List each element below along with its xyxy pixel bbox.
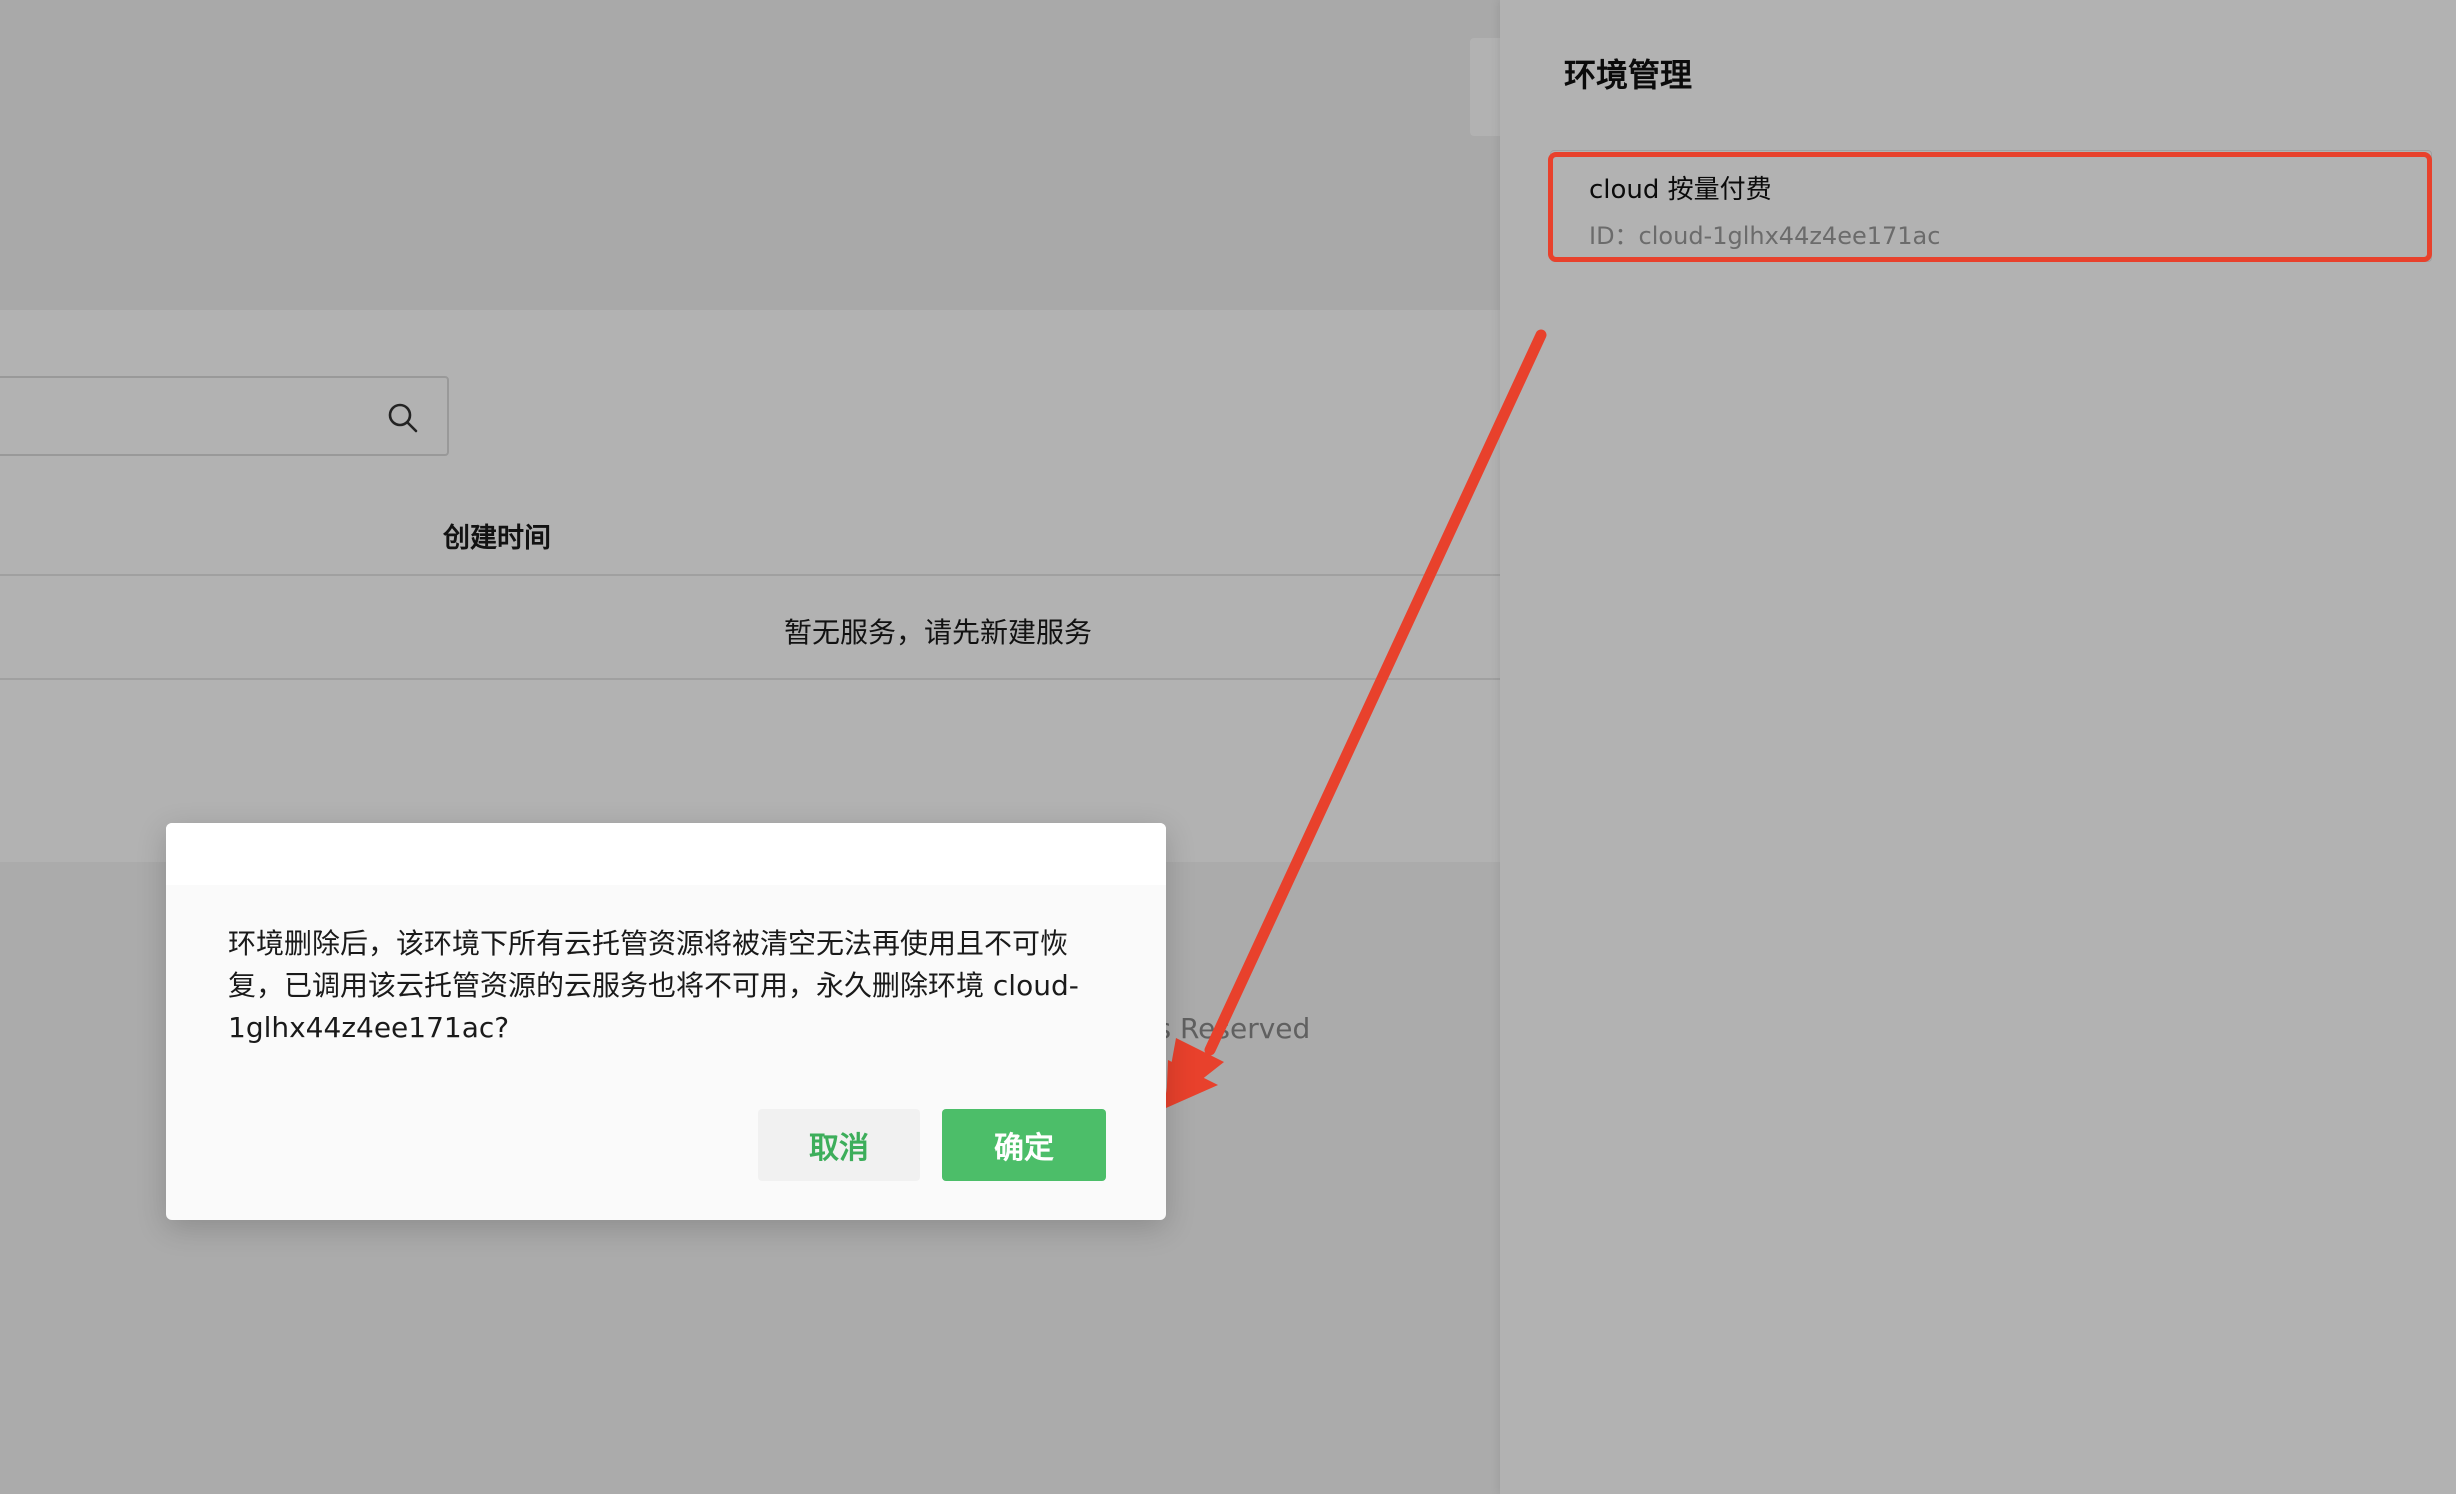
delete-env-confirm-dialog: 环境删除后，该环境下所有云托管资源将被清空无法再使用且不可恢复，已调用该云托管资… xyxy=(166,823,1166,1220)
confirm-button[interactable]: 确定 xyxy=(942,1109,1106,1181)
annotation-highlight-box xyxy=(1548,152,2432,262)
dialog-message: 环境删除后，该环境下所有云托管资源将被清空无法再使用且不可恢复，已调用该云托管资… xyxy=(228,927,1079,1044)
cancel-button[interactable]: 取消 xyxy=(758,1109,920,1181)
dialog-header xyxy=(166,823,1166,885)
